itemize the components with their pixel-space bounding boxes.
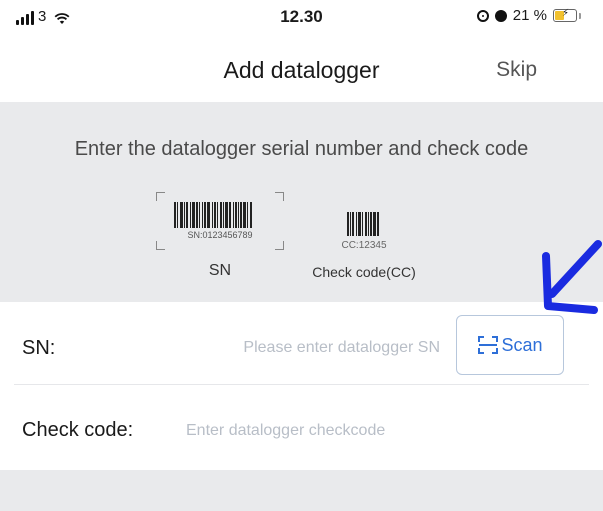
barcode-bar — [362, 212, 363, 236]
check-code-label: Check code: — [22, 419, 134, 441]
scan-frame-corner — [156, 241, 165, 250]
skip-button[interactable]: Skip — [496, 58, 537, 82]
cc-caption: Check code(CC) — [312, 264, 416, 280]
barcode-bar — [368, 212, 369, 236]
barcode-bar — [347, 212, 349, 236]
barcode-bar — [174, 202, 176, 228]
sn-barcode-illustration: SN:0123456789 — [156, 192, 284, 250]
barcode-bar — [377, 212, 379, 236]
barcode-bar — [199, 202, 200, 228]
scan-button[interactable]: Scan — [456, 315, 564, 375]
barcode-bar — [243, 202, 246, 228]
barcode-bar — [220, 202, 222, 228]
alarm-icon — [494, 9, 507, 22]
sn-input[interactable] — [178, 328, 440, 368]
barcode-bar — [229, 202, 231, 228]
scan-frame-corner — [275, 241, 284, 250]
barcode-bar — [190, 202, 191, 228]
barcode-bar — [225, 202, 228, 228]
nav-bar: Add datalogger Skip — [0, 44, 603, 94]
sn-row: SN: Scan — [0, 302, 603, 384]
barcode-bar — [223, 202, 224, 228]
barcode-bar — [233, 202, 234, 228]
screen-lock-icon — [476, 9, 489, 22]
barcode-bar — [235, 202, 237, 228]
sn-example-code: SN:0123456789 — [187, 230, 253, 240]
instruction-panel: Enter the datalogger serial number and c… — [0, 102, 603, 302]
barcode-bar — [212, 202, 213, 228]
scan-frame-corner — [275, 192, 284, 201]
barcode-bar — [240, 202, 242, 228]
barcode-bar — [207, 202, 210, 228]
scan-frame-corner — [156, 192, 165, 201]
sn-barcode-icon — [174, 202, 266, 228]
barcode-bar — [358, 212, 361, 236]
barcode-bar — [250, 202, 252, 228]
barcode-bar — [186, 202, 188, 228]
check-code-input[interactable] — [186, 411, 486, 451]
barcode-bar — [370, 212, 372, 236]
scan-icon — [478, 336, 499, 354]
barcode-bar — [352, 212, 354, 236]
check-code-row: Check code: — [0, 385, 603, 469]
barcode-bar — [214, 202, 216, 228]
barcode-bar — [177, 202, 178, 228]
barcode-bar — [192, 202, 195, 228]
barcode-bar — [373, 212, 376, 236]
barcode-bar — [350, 212, 351, 236]
barcode-bar — [184, 202, 185, 228]
barcode-bar — [202, 202, 203, 228]
bottom-panel — [0, 470, 603, 511]
instruction-text: Enter the datalogger serial number and c… — [74, 138, 529, 160]
sn-caption: SN — [208, 262, 232, 279]
cc-example-code: CC:12345 — [341, 240, 387, 251]
barcode-bar — [196, 202, 198, 228]
barcode-bar — [180, 202, 183, 228]
barcode-bar — [217, 202, 218, 228]
sn-label: SN: — [22, 337, 56, 359]
battery-charging-icon: ⚡ — [553, 8, 577, 22]
annotation-arrow-icon — [542, 240, 602, 314]
battery-tip — [579, 12, 581, 19]
scan-label: Scan — [501, 334, 543, 355]
status-right: 21 % ⚡ — [476, 7, 581, 24]
status-bar: 3 12.30 21 % ⚡ — [0, 0, 603, 34]
barcode-bar — [247, 202, 248, 228]
cc-barcode-icon — [347, 212, 381, 236]
barcode-bar — [356, 212, 357, 236]
barcode-bar — [204, 202, 206, 228]
barcode-bar — [238, 202, 239, 228]
barcode-bar — [365, 212, 367, 236]
battery-percent: 21 % — [512, 7, 547, 24]
